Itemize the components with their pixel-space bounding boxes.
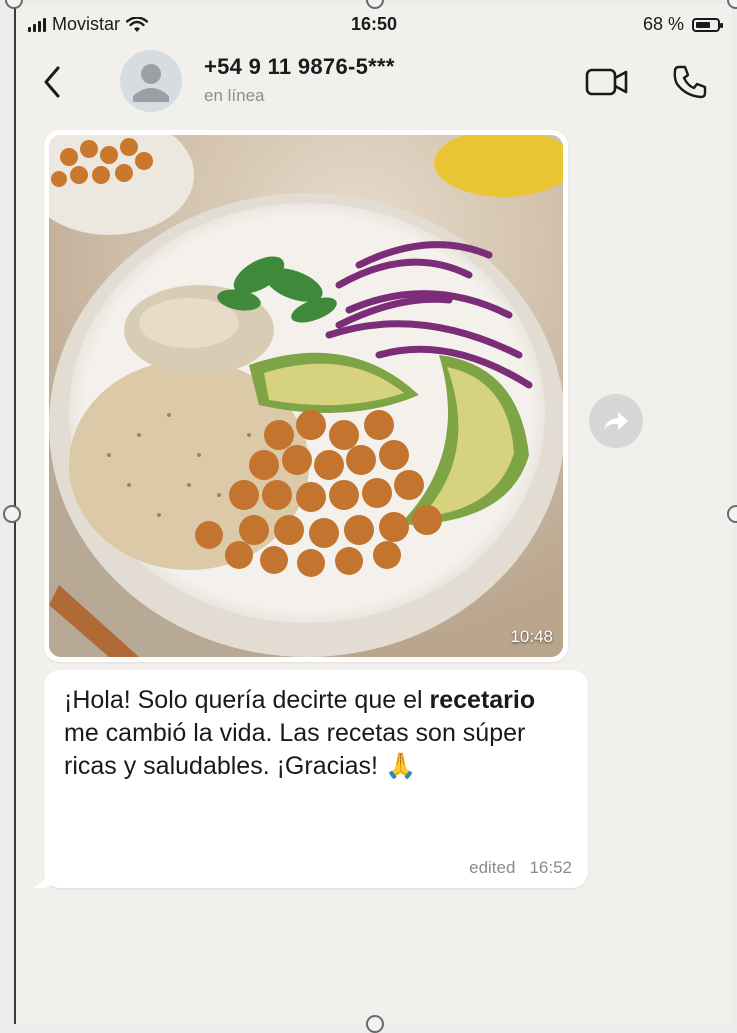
image-message-bubble[interactable]: 10:48: [44, 130, 568, 662]
food-bowl-illustration: [49, 135, 563, 657]
battery-fill: [696, 21, 710, 28]
resize-handle-left[interactable]: [3, 505, 21, 523]
forward-arrow-icon: [604, 412, 628, 430]
text-message-bubble[interactable]: ¡Hola! Solo quería decirte que el receta…: [44, 670, 588, 888]
message-meta: edited 16:52: [469, 858, 572, 878]
phone-screen: Movistar 16:50 68 % +54 9 11 9876-5*** e…: [14, 4, 732, 1024]
video-call-icon: [585, 68, 628, 96]
back-arrow-icon: [44, 66, 60, 98]
back-button[interactable]: [38, 62, 68, 102]
forward-button[interactable]: [589, 394, 643, 448]
message-text-bold: recetario: [429, 686, 536, 714]
message-timestamp: 16:52: [529, 858, 572, 877]
voice-call-button[interactable]: [670, 62, 710, 102]
avatar-placeholder-icon: [133, 64, 169, 102]
phone-icon: [673, 65, 707, 99]
contact-name[interactable]: +54 9 11 9876-5***: [204, 54, 395, 80]
battery-percent: 68 %: [642, 14, 684, 34]
message-text-part2: me cambió la vida. Las recetas son súper…: [64, 719, 526, 780]
contact-status: en línea: [204, 86, 265, 105]
message-text: ¡Hola! Solo quería decirte que el receta…: [64, 684, 568, 783]
battery-icon: [692, 17, 723, 32]
video-call-button[interactable]: [584, 64, 630, 100]
status-right: 68 %: [642, 14, 723, 35]
avatar[interactable]: [120, 50, 182, 112]
status-bar: Movistar 16:50 68 %: [16, 12, 732, 42]
status-time: 16:50: [350, 14, 398, 34]
message-text-part1: ¡Hola! Solo quería decirte que el: [64, 686, 423, 714]
chat-header: +54 9 11 9876-5*** en línea: [16, 44, 732, 124]
edited-label: edited: [469, 858, 516, 877]
resize-handle-bottom[interactable]: [366, 1015, 384, 1033]
image-timestamp: 10:48: [510, 627, 553, 646]
pray-emoji-icon: 🙏: [384, 752, 417, 780]
food-bowl-photo[interactable]: 10:48: [49, 135, 563, 657]
